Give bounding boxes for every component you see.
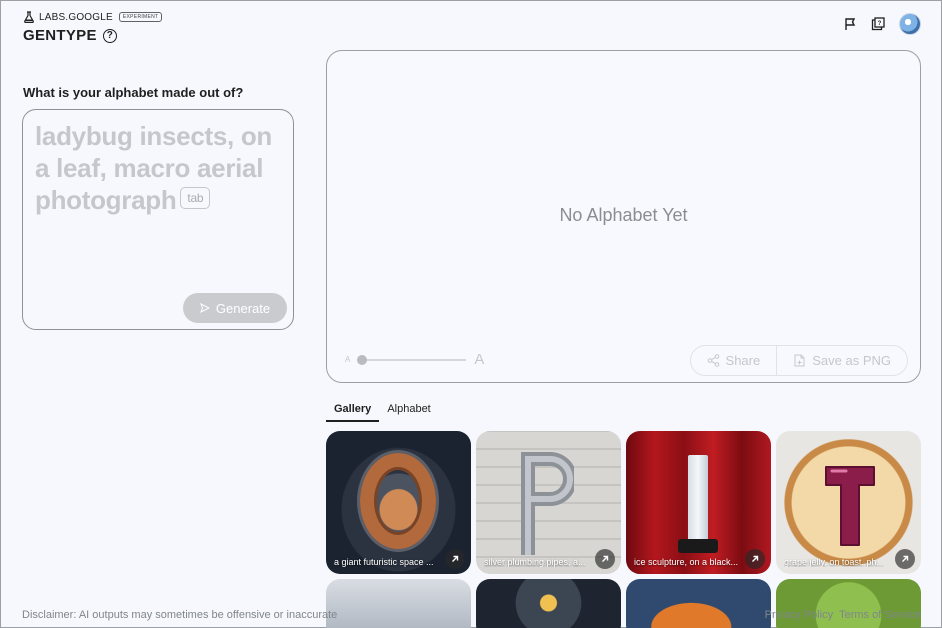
title-row: GENTYPE ?: [23, 27, 117, 44]
gallery-caption: a giant futuristic space ...: [334, 557, 434, 567]
share-button[interactable]: Share: [691, 346, 777, 375]
svg-text:?: ?: [878, 21, 882, 27]
ice-pedestal: [678, 539, 718, 553]
help-icon[interactable]: ?: [102, 28, 117, 43]
tab-hint-chip: tab: [180, 187, 211, 210]
view-tabs: Gallery Alphabet: [326, 401, 439, 422]
size-large-label: A: [474, 351, 485, 368]
share-label: Share: [725, 353, 761, 368]
save-png-label: Save as PNG: [812, 353, 891, 368]
alphabet-canvas: No Alphabet Yet A A Share Save as PNG: [326, 50, 921, 383]
brand-name: LABS.GOOGLE: [39, 11, 113, 23]
generate-label: Generate: [215, 300, 271, 316]
open-arrow-icon[interactable]: [895, 549, 915, 569]
open-arrow-icon[interactable]: [595, 549, 615, 569]
share-icon: [707, 354, 719, 367]
labs-brand[interactable]: LABS.GOOGLE EXPERIMENT: [23, 11, 163, 23]
avatar[interactable]: [899, 13, 921, 35]
footer-links: Privacy Policy Terms of Service: [765, 609, 921, 621]
gallery-card[interactable]: a giant futuristic space ...: [326, 431, 471, 574]
empty-message: No Alphabet Yet: [559, 205, 688, 225]
slider-track[interactable]: [357, 354, 467, 365]
open-arrow-icon[interactable]: [445, 549, 465, 569]
gallery-card[interactable]: [326, 579, 471, 628]
ring-letter-image: [360, 453, 436, 549]
generate-button[interactable]: Generate: [183, 293, 287, 323]
experiment-badge: EXPERIMENT: [118, 12, 163, 22]
gallery-caption: ice sculpture, on a black...: [634, 557, 739, 567]
privacy-link[interactable]: Privacy Policy: [765, 609, 833, 621]
jelly-letter-image: [825, 466, 875, 546]
top-actions: ?: [843, 13, 921, 35]
slider-thumb[interactable]: [357, 354, 368, 365]
flask-icon: [24, 11, 34, 23]
open-arrow-icon[interactable]: [745, 549, 765, 569]
gallery-caption: silver plumbing pipes, a...: [484, 557, 586, 567]
gallery-card[interactable]: silver plumbing pipes, a...: [476, 431, 621, 574]
send-icon: [199, 303, 210, 313]
ice-letter-image: [688, 455, 708, 545]
app-title: GENTYPE: [23, 27, 97, 44]
prompt-input[interactable]: ladybug insects, on a leaf, macro aerial…: [22, 109, 294, 330]
tab-gallery[interactable]: Gallery: [326, 401, 380, 422]
save-png-button[interactable]: Save as PNG: [776, 346, 907, 375]
flag-icon[interactable]: [843, 17, 857, 31]
gallery-card[interactable]: [476, 579, 621, 628]
feedback-icon[interactable]: ?: [871, 17, 885, 31]
terms-link[interactable]: Terms of Service: [839, 609, 921, 621]
gallery-grid: a giant futuristic space ... silver plum…: [326, 431, 921, 628]
canvas-actions: Share Save as PNG: [689, 345, 908, 376]
save-file-icon: [794, 354, 805, 367]
size-slider[interactable]: A A: [345, 351, 484, 368]
pipe-letter-image: [521, 452, 574, 555]
prompt-placeholder: ladybug insects, on a leaf, macro aerial…: [35, 121, 273, 215]
gallery-card[interactable]: grape jelly, on toast, ph...: [776, 431, 921, 574]
tab-alphabet[interactable]: Alphabet: [379, 401, 438, 422]
gallery-caption: grape jelly, on toast, ph...: [784, 557, 884, 567]
gallery-card[interactable]: [626, 579, 771, 628]
disclaimer: Disclaimer: AI outputs may sometimes be …: [22, 609, 338, 621]
prompt-label: What is your alphabet made out of?: [23, 85, 244, 100]
gallery-card[interactable]: ice sculpture, on a black...: [626, 431, 771, 574]
size-small-label: A: [345, 355, 351, 364]
